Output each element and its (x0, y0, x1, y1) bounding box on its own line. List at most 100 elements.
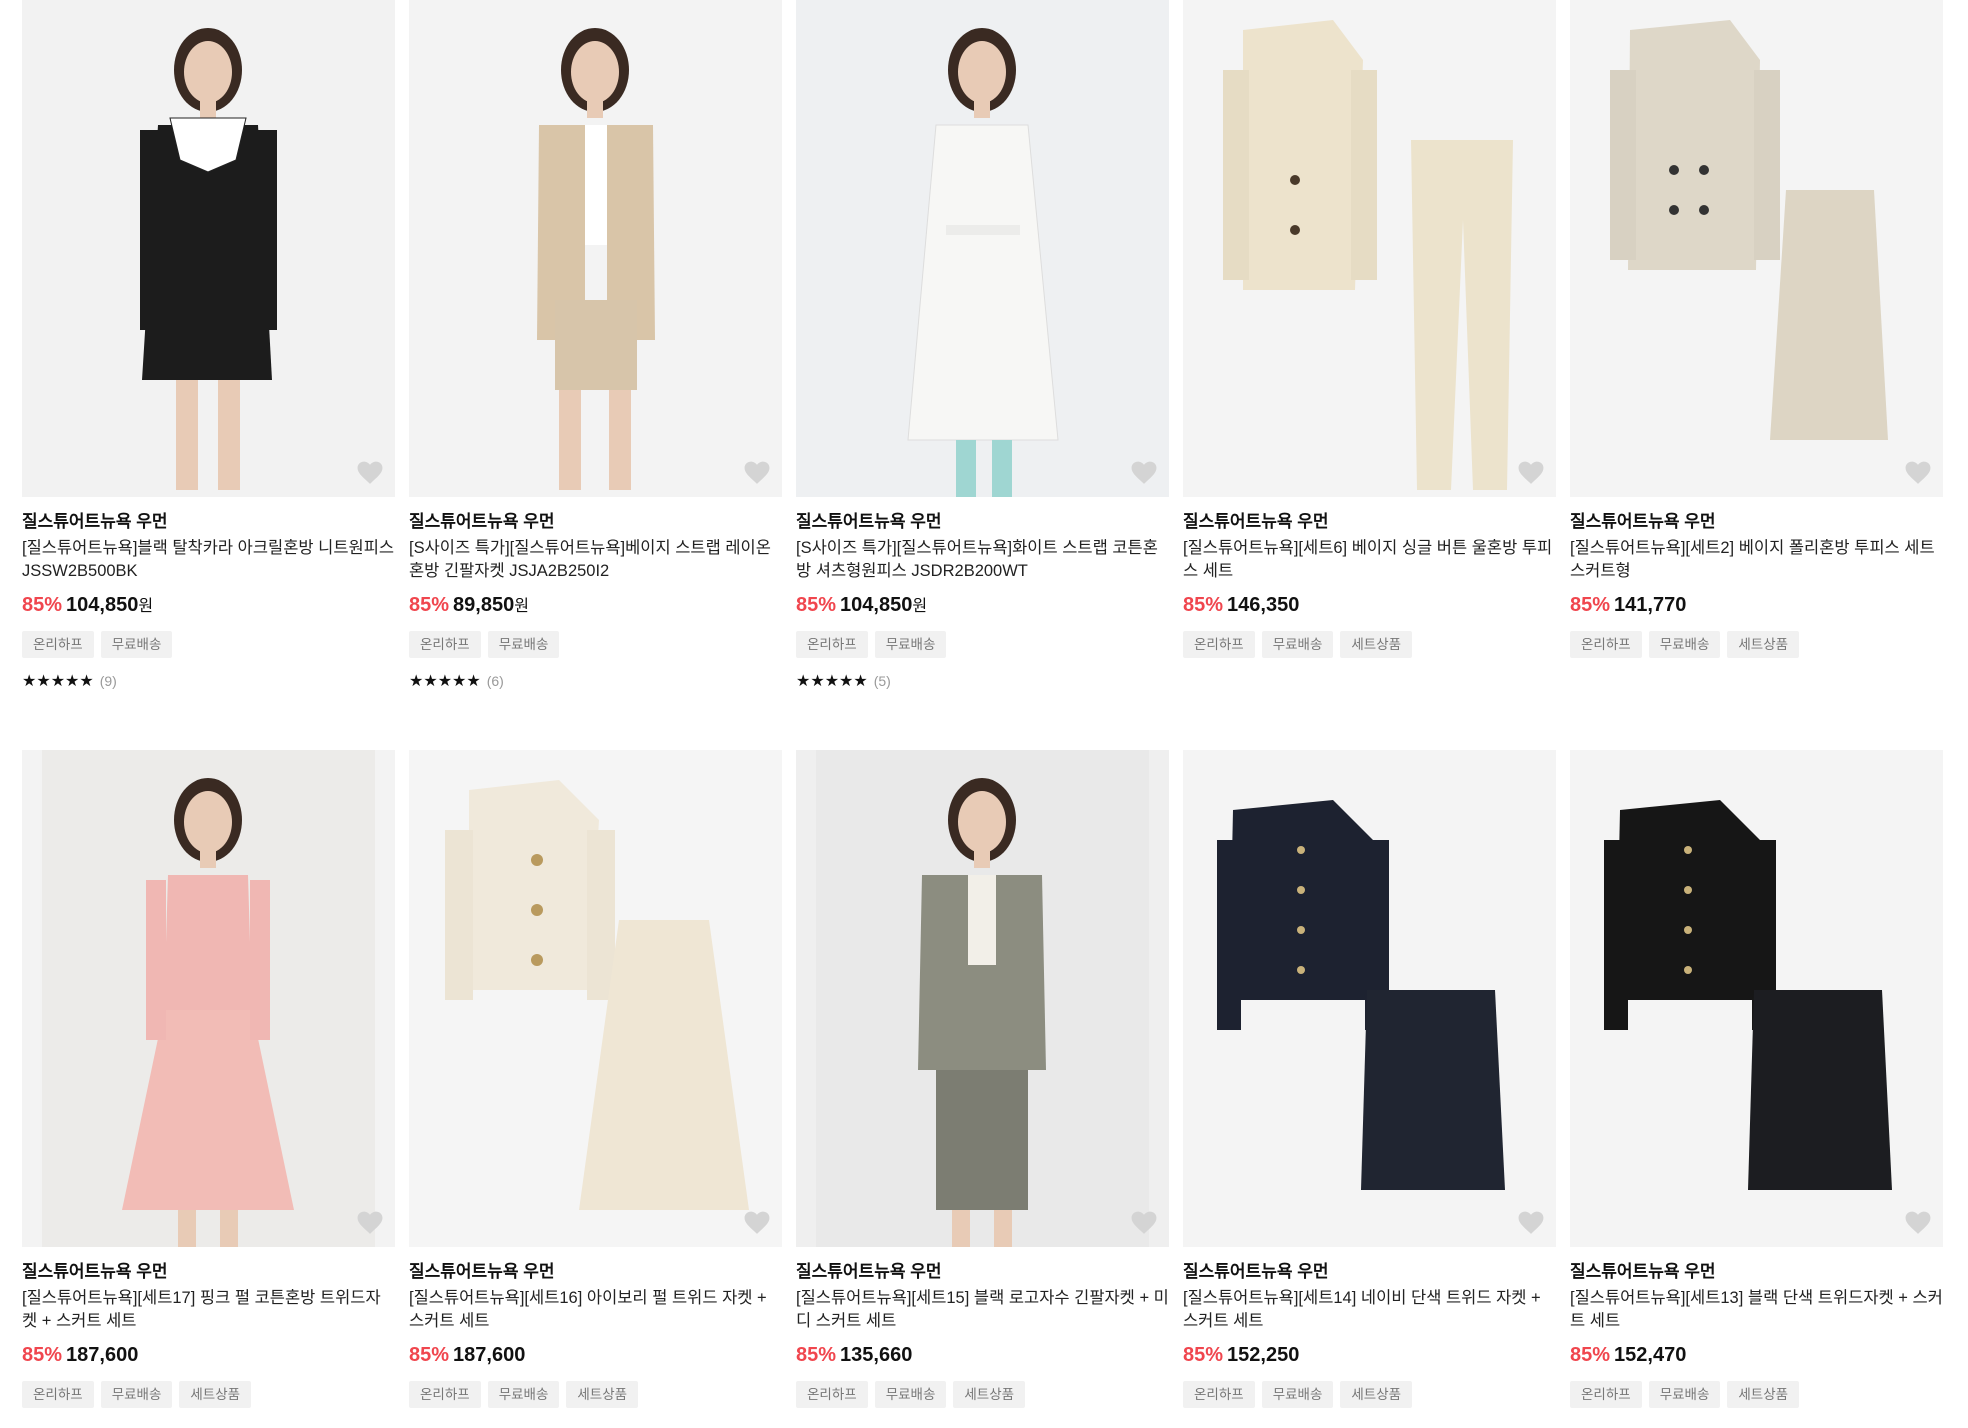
heart-icon[interactable] (1518, 1211, 1544, 1235)
tag-badge: 온리하프 (409, 1381, 481, 1408)
product-info: 질스튜어트뉴욕 우먼 [질스튜어트뉴욕][세트14] 네이비 단색 트위드 자켓… (1183, 1247, 1556, 1409)
review-count: (5) (873, 673, 891, 689)
product-card[interactable]: 질스튜어트뉴욕 우먼 [질스튜어트뉴욕][세트16] 아이보리 펄 트위드 자켓… (409, 750, 782, 1428)
rating: ★★★★★ (6) (409, 671, 782, 691)
brand-name[interactable]: 질스튜어트뉴욕 우먼 (796, 511, 1169, 533)
tag-badge: 온리하프 (796, 1381, 868, 1408)
product-name[interactable]: [질스튜어트뉴욕][세트16] 아이보리 펄 트위드 자켓 + 스커트 세트 (409, 1287, 782, 1333)
heart-icon[interactable] (1905, 461, 1931, 485)
sale-price: 152,250 (1227, 1344, 1300, 1366)
product-name[interactable]: [질스튜어트뉴욕]블랙 탈착카라 아크릴혼방 니트원피스 JSSW2B500BK (22, 537, 395, 583)
tag-list: 온리하프 무료배송 세트상품 (796, 1381, 1169, 1409)
tag-badge: 무료배송 (874, 1381, 947, 1408)
product-card[interactable]: 질스튜어트뉴욕 우먼 [질스튜어트뉴욕][세트13] 블랙 단색 트위드자켓 +… (1570, 750, 1943, 1428)
product-photo (22, 0, 395, 497)
brand-name[interactable]: 질스튜어트뉴욕 우먼 (22, 511, 395, 533)
sale-price: 187,600 (453, 1344, 526, 1366)
tag-badge: 무료배송 (874, 631, 947, 658)
heart-icon[interactable] (1518, 461, 1544, 485)
product-card[interactable]: 질스튜어트뉴욕 우먼 [질스튜어트뉴욕][세트15] 블랙 로고자수 긴팔자켓 … (796, 750, 1169, 1428)
tag-badge: 무료배송 (1648, 1381, 1721, 1408)
product-card[interactable]: 질스튜어트뉴욕 우먼 [질스튜어트뉴욕][세트17] 핑크 펄 코튼혼방 트위드… (22, 750, 395, 1428)
brand-name[interactable]: 질스튜어트뉴욕 우먼 (796, 1261, 1169, 1283)
price-row: 85% 141,770 (1570, 591, 1943, 619)
tag-badge: 온리하프 (22, 1381, 94, 1408)
product-name[interactable]: [S사이즈 특가][질스튜어트뉴욕]베이지 스트랩 레이온혼방 긴팔자켓 JSJ… (409, 537, 782, 583)
discount-rate: 85% (796, 1344, 837, 1366)
product-card[interactable]: 질스튜어트뉴욕 우먼 [질스튜어트뉴욕]블랙 탈착카라 아크릴혼방 니트원피스 … (22, 0, 395, 750)
product-photo (796, 0, 1169, 497)
product-name[interactable]: [질스튜어트뉴욕][세트14] 네이비 단색 트위드 자켓 + 스커트 세트 (1183, 1287, 1556, 1333)
product-photo (1570, 750, 1943, 1247)
product-image[interactable] (409, 750, 782, 1247)
tag-badge: 온리하프 (796, 631, 868, 658)
brand-name[interactable]: 질스튜어트뉴욕 우먼 (409, 1261, 782, 1283)
discount-rate: 85% (22, 1344, 63, 1366)
tag-list: 온리하프 무료배송 세트상품 (1183, 1381, 1556, 1409)
heart-icon[interactable] (357, 1211, 383, 1235)
heart-icon[interactable] (1131, 461, 1157, 485)
product-card[interactable]: 질스튜어트뉴욕 우먼 [S사이즈 특가][질스튜어트뉴욕]화이트 스트랩 코튼혼… (796, 0, 1169, 750)
product-card[interactable]: 질스튜어트뉴욕 우먼 [질스튜어트뉴욕][세트6] 베이지 싱글 버튼 울혼방 … (1183, 0, 1556, 750)
heart-icon[interactable] (744, 461, 770, 485)
tag-list: 온리하프 무료배송 (22, 631, 395, 659)
product-photo (409, 0, 782, 497)
price-row: 85% 152,470 (1570, 1341, 1943, 1369)
tag-badge: 무료배송 (1261, 1381, 1334, 1408)
tag-badge: 세트상품 (1340, 631, 1413, 658)
tag-badge: 무료배송 (1648, 631, 1721, 658)
product-info: 질스튜어트뉴욕 우먼 [질스튜어트뉴욕][세트17] 핑크 펄 코튼혼방 트위드… (22, 1247, 395, 1409)
tag-badge: 무료배송 (487, 631, 560, 658)
tag-list: 온리하프 무료배송 (409, 631, 782, 659)
rating: ★★★★★ (9) (22, 671, 395, 691)
product-info: 질스튜어트뉴욕 우먼 [질스튜어트뉴욕][세트6] 베이지 싱글 버튼 울혼방 … (1183, 497, 1556, 659)
product-image[interactable] (796, 0, 1169, 497)
tag-badge: 온리하프 (1570, 1381, 1642, 1408)
brand-name[interactable]: 질스튜어트뉴욕 우먼 (22, 1261, 395, 1283)
discount-rate: 85% (1183, 1344, 1224, 1366)
product-photo (409, 750, 782, 1247)
brand-name[interactable]: 질스튜어트뉴욕 우먼 (1183, 511, 1556, 533)
price-row: 85% 104,850원 (796, 591, 1169, 619)
product-image[interactable] (22, 750, 395, 1247)
tag-badge: 세트상품 (1727, 631, 1800, 658)
product-name[interactable]: [질스튜어트뉴욕][세트2] 베이지 폴리혼방 투피스 세트 스커트형 (1570, 537, 1943, 583)
product-image[interactable] (409, 0, 782, 497)
product-image[interactable] (1183, 750, 1556, 1247)
product-image[interactable] (22, 0, 395, 497)
product-card[interactable]: 질스튜어트뉴욕 우먼 [질스튜어트뉴욕][세트14] 네이비 단색 트위드 자켓… (1183, 750, 1556, 1428)
discount-rate: 85% (1183, 594, 1224, 616)
tag-badge: 온리하프 (409, 631, 481, 658)
product-image[interactable] (1570, 750, 1943, 1247)
brand-name[interactable]: 질스튜어트뉴욕 우먼 (1183, 1261, 1556, 1283)
product-name[interactable]: [질스튜어트뉴욕][세트17] 핑크 펄 코튼혼방 트위드자켓 + 스커트 세트 (22, 1287, 395, 1333)
product-name[interactable]: [S사이즈 특가][질스튜어트뉴욕]화이트 스트랩 코튼혼방 셔츠형원피스 JS… (796, 537, 1169, 583)
product-name[interactable]: [질스튜어트뉴욕][세트13] 블랙 단색 트위드자켓 + 스커트 세트 (1570, 1287, 1943, 1333)
currency-unit: 원 (138, 598, 154, 615)
product-name[interactable]: [질스튜어트뉴욕][세트6] 베이지 싱글 버튼 울혼방 투피스 세트 (1183, 537, 1556, 583)
heart-icon[interactable] (744, 1211, 770, 1235)
product-card[interactable]: 질스튜어트뉴욕 우먼 [질스튜어트뉴욕][세트2] 베이지 폴리혼방 투피스 세… (1570, 0, 1943, 750)
product-image[interactable] (796, 750, 1169, 1247)
tag-list: 온리하프 무료배송 세트상품 (1183, 631, 1556, 659)
currency-unit: 원 (514, 598, 529, 615)
tag-list: 온리하프 무료배송 (796, 631, 1169, 659)
product-card[interactable]: 질스튜어트뉴욕 우먼 [S사이즈 특가][질스튜어트뉴욕]베이지 스트랩 레이온… (409, 0, 782, 750)
product-photo (796, 750, 1169, 1247)
tag-badge: 세트상품 (953, 1381, 1026, 1408)
tag-list: 온리하프 무료배송 세트상품 (1570, 1381, 1943, 1409)
product-image[interactable] (1183, 0, 1556, 497)
sale-price: 135,660 (840, 1344, 913, 1366)
sale-price: 141,770 (1614, 594, 1687, 616)
product-image[interactable] (1570, 0, 1943, 497)
review-count: (6) (486, 673, 504, 689)
brand-name[interactable]: 질스튜어트뉴욕 우먼 (409, 511, 782, 533)
heart-icon[interactable] (357, 461, 383, 485)
product-info: 질스튜어트뉴욕 우먼 [S사이즈 특가][질스튜어트뉴욕]화이트 스트랩 코튼혼… (796, 497, 1169, 691)
product-name[interactable]: [질스튜어트뉴욕][세트15] 블랙 로고자수 긴팔자켓 + 미디 스커트 세트 (796, 1287, 1169, 1333)
heart-icon[interactable] (1131, 1211, 1157, 1235)
sale-price: 104,850 (840, 594, 913, 616)
brand-name[interactable]: 질스튜어트뉴욕 우먼 (1570, 511, 1943, 533)
brand-name[interactable]: 질스튜어트뉴욕 우먼 (1570, 1261, 1943, 1283)
heart-icon[interactable] (1905, 1211, 1931, 1235)
